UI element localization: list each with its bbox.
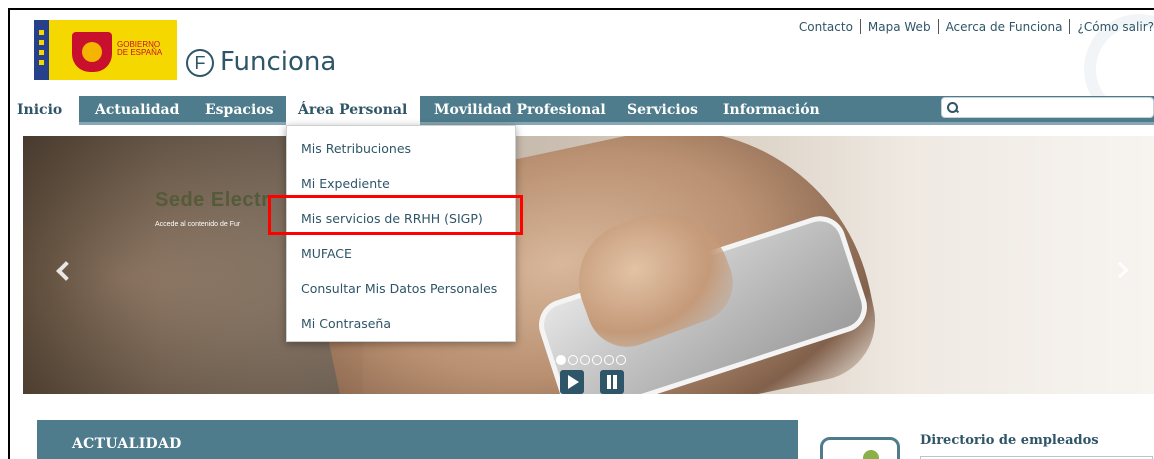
nav-item-movilidad-profesional[interactable]: Movilidad Profesional	[434, 96, 606, 125]
carousel-dot[interactable]	[556, 355, 566, 365]
page-frame: GOBIERNO DE ESPAÑA F Funciona Contacto M…	[8, 8, 1154, 459]
contacto-link[interactable]: Contacto	[799, 20, 853, 34]
search-icon[interactable]	[946, 101, 960, 115]
directorio-title[interactable]: Directorio de empleados	[920, 433, 1099, 448]
menu-item-consultar-datos[interactable]: Consultar Mis Datos Personales	[301, 281, 497, 296]
search-box[interactable]	[941, 97, 1154, 118]
nav-item-espacios[interactable]: Espacios	[205, 96, 273, 125]
carousel-dot[interactable]	[592, 355, 602, 365]
carousel-dot[interactable]	[616, 355, 626, 365]
carousel-next-icon[interactable]	[1111, 261, 1129, 279]
menu-item-mis-servicios-rrhh[interactable]: Mis servicios de RRHH (SIGP)	[301, 211, 483, 226]
search-input[interactable]	[962, 99, 1150, 116]
actualidad-section: ACTUALIDAD	[37, 420, 798, 459]
carousel-dot[interactable]	[580, 355, 590, 365]
menu-item-mi-expediente[interactable]: Mi Expediente	[301, 176, 390, 191]
hero-title[interactable]: Sede Electr	[155, 189, 269, 212]
gobierno-logo-text: GOBIERNO DE ESPAÑA	[117, 41, 162, 57]
acerca-de-link[interactable]: Acerca de Funciona	[946, 20, 1063, 34]
nav-item-inicio[interactable]: Inicio	[10, 96, 79, 125]
hero-carousel: Sede Electr Accede al contenido de Fur	[23, 136, 1154, 394]
mapa-web-link[interactable]: Mapa Web	[868, 20, 931, 34]
menu-item-mis-retribuciones[interactable]: Mis Retribuciones	[301, 141, 411, 156]
funciona-logo-text: Funciona	[220, 47, 337, 77]
actualidad-title: ACTUALIDAD	[72, 436, 182, 452]
area-personal-dropdown: Mis Retribuciones Mi Expediente Mis serv…	[286, 125, 516, 342]
carousel-dot[interactable]	[604, 355, 614, 365]
link-divider	[937, 19, 939, 34]
menu-item-muface[interactable]: MUFACE	[301, 246, 352, 261]
carousel-dots	[556, 355, 626, 365]
nav-item-servicios[interactable]: Servicios	[627, 96, 698, 125]
nav-item-area-personal[interactable]: Área Personal	[286, 96, 420, 125]
nav-item-actualidad[interactable]: Actualidad	[95, 96, 179, 125]
como-salir-link[interactable]: ¿Cómo salir?	[1077, 20, 1154, 34]
nav-item-informacion[interactable]: Información	[723, 96, 820, 125]
hero-subtitle: Accede al contenido de Fur	[155, 221, 241, 228]
utility-links: Contacto Mapa Web Acerca de Funciona ¿Có…	[799, 19, 1154, 34]
gobierno-line-2: DE ESPAÑA	[117, 48, 163, 57]
eu-flag-icon	[34, 20, 49, 80]
directorio-icon[interactable]	[820, 437, 900, 459]
main-nav: Inicio Actualidad Espacios Área Personal…	[10, 96, 1154, 125]
gobierno-espana-logo[interactable]: GOBIERNO DE ESPAÑA	[34, 20, 177, 80]
site-header: GOBIERNO DE ESPAÑA F Funciona Contacto M…	[10, 10, 1154, 124]
funciona-logo-icon: F	[186, 49, 214, 77]
menu-item-mi-contrasena[interactable]: Mi Contraseña	[301, 316, 391, 331]
link-divider	[859, 19, 861, 34]
carousel-pause-button[interactable]	[600, 370, 624, 394]
funciona-logo[interactable]: F Funciona	[186, 45, 346, 79]
carousel-dot[interactable]	[568, 355, 578, 365]
link-divider	[1069, 19, 1071, 34]
carousel-play-button[interactable]	[560, 370, 584, 394]
coat-of-arms-icon	[72, 32, 112, 72]
